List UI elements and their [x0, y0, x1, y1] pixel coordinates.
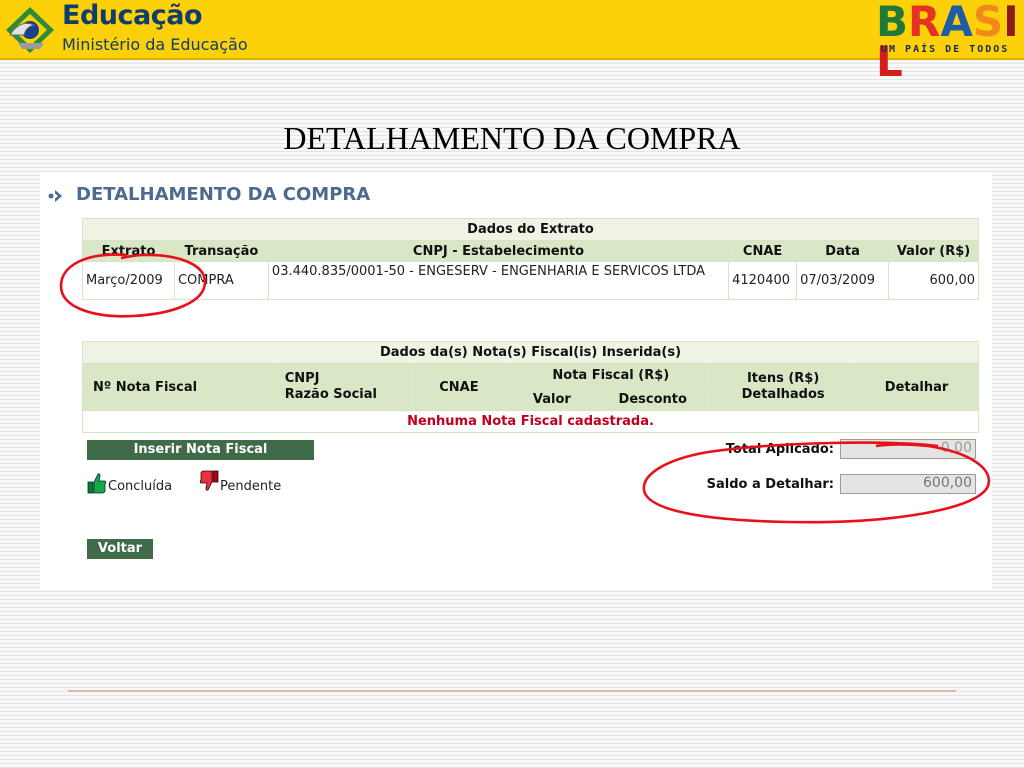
slide-title: DETALHAMENTO DA COMPRA — [283, 120, 741, 156]
header-banner: Educação Ministério da Educação BRASIL U… — [0, 0, 1024, 86]
legend-pending: Pendente — [199, 470, 282, 494]
section-title: DETALHAMENTO DA COMPRA — [76, 184, 371, 205]
col-cnpj-razao: CNPJ Razão Social — [273, 363, 409, 411]
col-transacao: Transação — [173, 240, 269, 262]
cell-cnpj-estab: 03.440.835/0001-50 - ENGESERV - ENGENHAR… — [267, 261, 730, 300]
thumbs-down-icon — [199, 470, 219, 491]
empty-message: Nenhuma Nota Fiscal cadastrada. — [82, 410, 979, 433]
notas-table: Dados da(s) Nota(s) Fiscal(is) Inserida(… — [82, 341, 979, 433]
legend-pending-label: Pendente — [220, 479, 282, 494]
ministry-emblem-icon — [6, 7, 54, 53]
col-nota-fiscal: Nº Nota Fiscal — [82, 363, 275, 411]
notas-caption: Dados da(s) Nota(s) Fiscal(is) Inserida(… — [82, 341, 979, 364]
thumbs-up-icon — [87, 473, 107, 494]
footer-divider — [68, 690, 956, 692]
col-cnpj-estab: CNPJ - Estabelecimento — [267, 240, 730, 262]
back-button[interactable]: Voltar — [87, 539, 153, 559]
cell-cnae: 4120400 — [728, 261, 798, 300]
total-aplicado-label: Total Aplicado: — [725, 442, 834, 457]
legend-done-label: Concluída — [108, 479, 173, 494]
col-itens-1: Itens (R$) — [746, 371, 820, 386]
saldo-detalhar-label: Saldo a Detalhar: — [706, 477, 834, 492]
col-detalhar: Detalhar — [854, 363, 979, 411]
screenshot-panel: DETALHAMENTO DA COMPRA Dados do Extrato … — [40, 172, 992, 590]
extrato-table: Dados do Extrato Extrato Transação CNPJ … — [82, 218, 979, 300]
col-itens: Itens (R$) Detalhados — [711, 363, 856, 411]
col-cnae: CNAE — [728, 240, 798, 262]
cell-data: 07/03/2009 — [796, 261, 890, 300]
table-row: Março/2009 COMPRA 03.440.835/0001-50 - E… — [82, 261, 979, 300]
brasil-logo: BRASIL UM PAÍS DE TODOS — [876, 0, 1024, 86]
col-razao-social: Razão Social — [284, 387, 377, 402]
col-cnpj: CNPJ — [284, 371, 320, 386]
col-nf-valor: Valor — [509, 387, 595, 411]
col-cnae-nf: CNAE — [407, 363, 511, 411]
col-valor: Valor (R$) — [888, 240, 979, 262]
brasil-slogan: UM PAÍS DE TODOS — [881, 44, 1010, 55]
total-aplicado-field: 0,00 — [840, 439, 976, 459]
col-itens-2: Detalhados — [741, 387, 825, 402]
brasil-wordmark: BRASIL — [876, 0, 1019, 86]
cell-transacao: COMPRA — [173, 261, 269, 300]
extrato-caption: Dados do Extrato — [82, 218, 979, 241]
chevron-right-icon — [48, 190, 62, 202]
col-extrato: Extrato — [82, 240, 175, 262]
col-data: Data — [796, 240, 890, 262]
logo-title: Educação — [62, 0, 203, 31]
legend-done: Concluída — [87, 472, 172, 494]
insert-nota-fiscal-button[interactable]: Inserir Nota Fiscal — [87, 440, 314, 460]
cell-extrato: Março/2009 — [82, 261, 175, 300]
col-nf-desconto: Desconto — [593, 387, 713, 411]
cell-valor: 600,00 — [888, 261, 979, 300]
logo-subtitle: Ministério da Educação — [62, 35, 248, 54]
saldo-detalhar-field: 600,00 — [840, 474, 976, 494]
col-nf-group: Nota Fiscal (R$) — [509, 363, 713, 388]
